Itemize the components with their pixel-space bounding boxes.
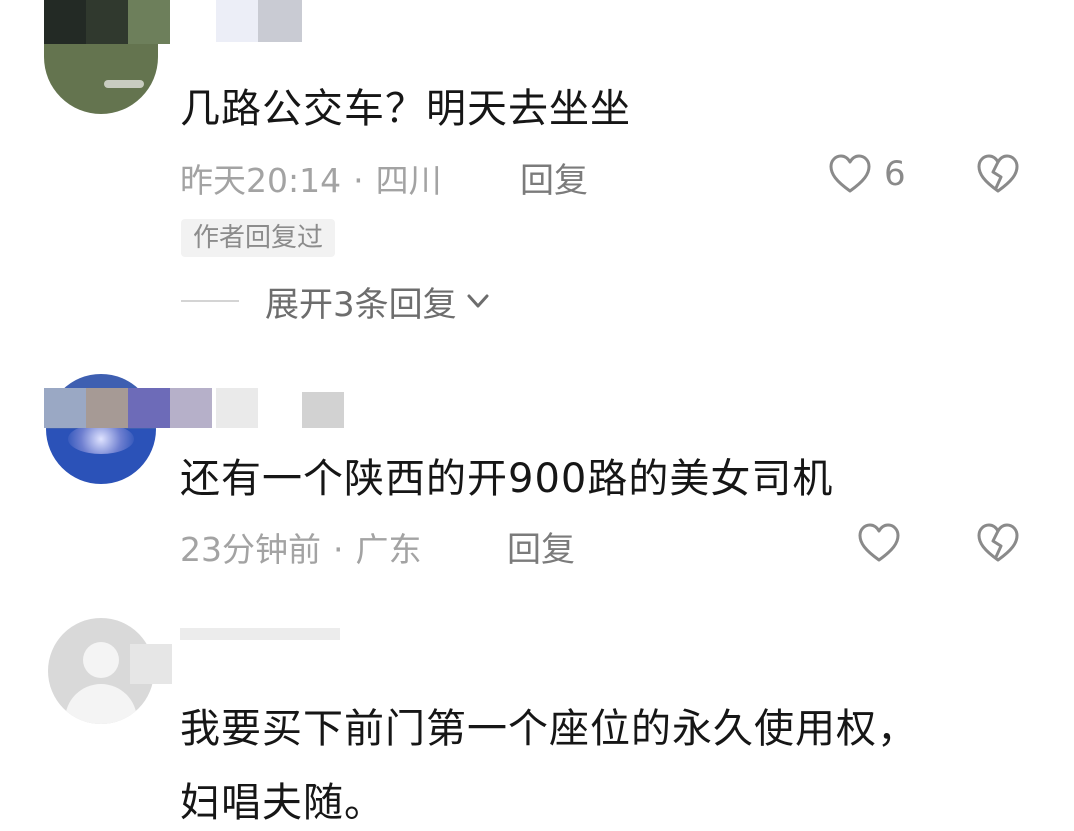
- comment-text-line-1: 我要买下前门第一个座位的永久使用权，: [180, 706, 918, 752]
- comment-time: 23分钟前: [180, 530, 321, 569]
- comment-text-line-2: 妇唱夫随。: [180, 780, 385, 826]
- comment-text: 几路公交车？明天去坐坐: [180, 86, 631, 132]
- comment-time: 昨天20:14: [180, 161, 342, 200]
- chevron-down-icon: [467, 294, 489, 308]
- username-blurred: [44, 388, 344, 428]
- username-blurred: [130, 624, 344, 684]
- comment-meta: 昨天20:14 · 四川: [180, 154, 442, 202]
- comment-meta: 23分钟前 · 广东: [180, 523, 422, 571]
- reply-button[interactable]: 回复: [520, 153, 588, 202]
- heart-outline-icon[interactable]: [826, 150, 874, 198]
- like-count: 6: [884, 154, 906, 194]
- heart-outline-icon[interactable]: [855, 519, 903, 567]
- broken-heart-icon[interactable]: [974, 519, 1022, 567]
- expand-replies-label: 展开3条回复: [265, 284, 457, 325]
- expand-replies-button[interactable]: 展开3条回复: [181, 276, 491, 326]
- meta-separator: ·: [333, 530, 344, 569]
- comment-text: 还有一个陕西的开900路的美女司机: [180, 456, 834, 502]
- broken-heart-icon[interactable]: [974, 150, 1022, 198]
- meta-separator: ·: [353, 161, 364, 200]
- reply-button[interactable]: 回复: [507, 522, 575, 571]
- author-replied-badge: 作者回复过: [181, 219, 336, 257]
- divider: [181, 300, 239, 302]
- comment-location: 四川: [375, 161, 442, 200]
- username-blurred: [44, 0, 170, 44]
- comment-location: 广东: [355, 530, 422, 569]
- username-blurred: [216, 0, 302, 42]
